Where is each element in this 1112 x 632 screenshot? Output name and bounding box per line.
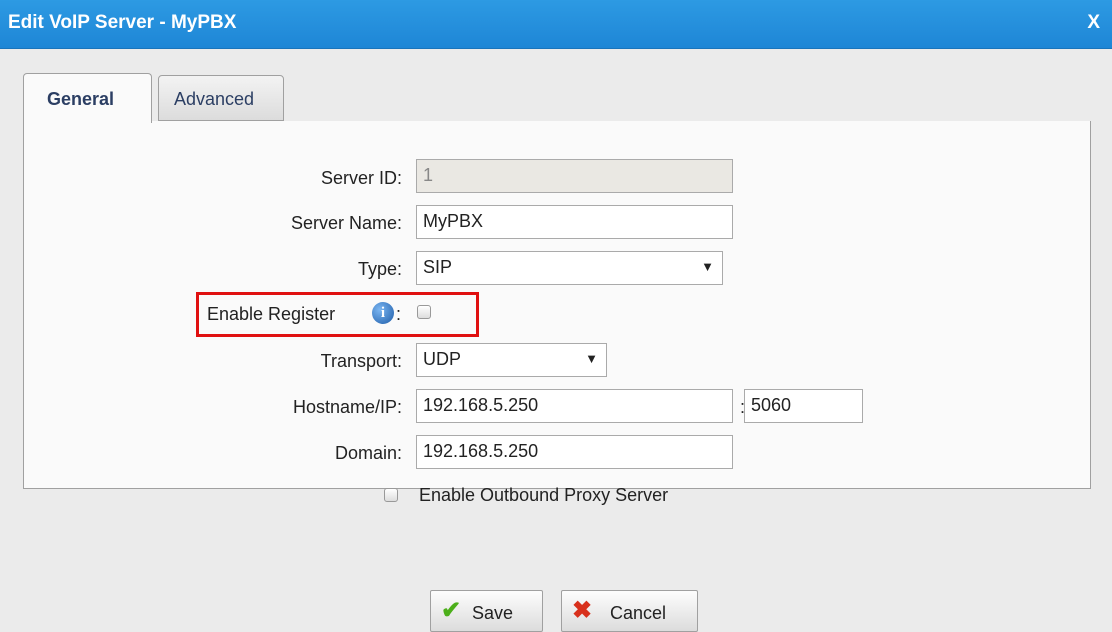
info-icon[interactable]: i: [372, 302, 394, 324]
dialog-titlebar: Edit VoIP Server - MyPBX X: [0, 0, 1112, 49]
tab-advanced-label: Advanced: [174, 89, 255, 109]
hostname-label: Hostname/IP:: [292, 397, 402, 417]
x-icon: ✖: [572, 597, 593, 624]
outbound-proxy-checkbox[interactable]: [384, 488, 398, 502]
domain-value: 192.168.5.250: [423, 441, 539, 461]
transport-value: UDP: [423, 349, 462, 369]
close-icon[interactable]: X: [1087, 12, 1100, 34]
save-button[interactable]: ✔ Save: [430, 590, 543, 632]
cancel-button-label: Cancel: [610, 603, 667, 623]
type-value: SIP: [423, 257, 453, 277]
transport-select[interactable]: UDP ▼: [416, 343, 607, 377]
domain-field[interactable]: 192.168.5.250: [416, 435, 733, 469]
server-id-field: 1: [416, 159, 733, 193]
server-name-value: MyPBX: [423, 211, 484, 231]
save-button-label: Save: [472, 603, 514, 623]
outbound-proxy-label: Enable Outbound Proxy Server: [419, 485, 669, 505]
hostname-field[interactable]: 192.168.5.250: [416, 389, 733, 423]
server-id-label: Server ID:: [320, 168, 402, 188]
domain-label: Domain:: [334, 443, 402, 463]
port-value: 5060: [751, 395, 792, 415]
dropdown-arrow-icon: ▼: [585, 351, 598, 366]
cancel-button[interactable]: ✖ Cancel: [561, 590, 698, 632]
dialog-title: Edit VoIP Server - MyPBX: [8, 12, 237, 33]
dropdown-arrow-icon: ▼: [701, 259, 714, 274]
enable-register-colon: :: [396, 304, 402, 324]
transport-label: Transport:: [320, 351, 402, 371]
tab-advanced[interactable]: Advanced: [158, 75, 284, 121]
hostname-value: 192.168.5.250: [423, 395, 539, 415]
tab-general[interactable]: General: [23, 73, 152, 123]
server-id-value: 1: [423, 165, 434, 185]
type-select[interactable]: SIP ▼: [416, 251, 723, 285]
type-label: Type:: [357, 259, 402, 279]
port-field[interactable]: 5060: [744, 389, 863, 423]
tab-general-label: General: [47, 89, 115, 109]
enable-register-checkbox[interactable]: [417, 305, 431, 319]
server-name-label: Server Name:: [290, 213, 402, 233]
enable-register-label: Enable Register: [207, 304, 336, 324]
checkmark-icon: ✔: [441, 597, 462, 624]
server-name-field[interactable]: MyPBX: [416, 205, 733, 239]
